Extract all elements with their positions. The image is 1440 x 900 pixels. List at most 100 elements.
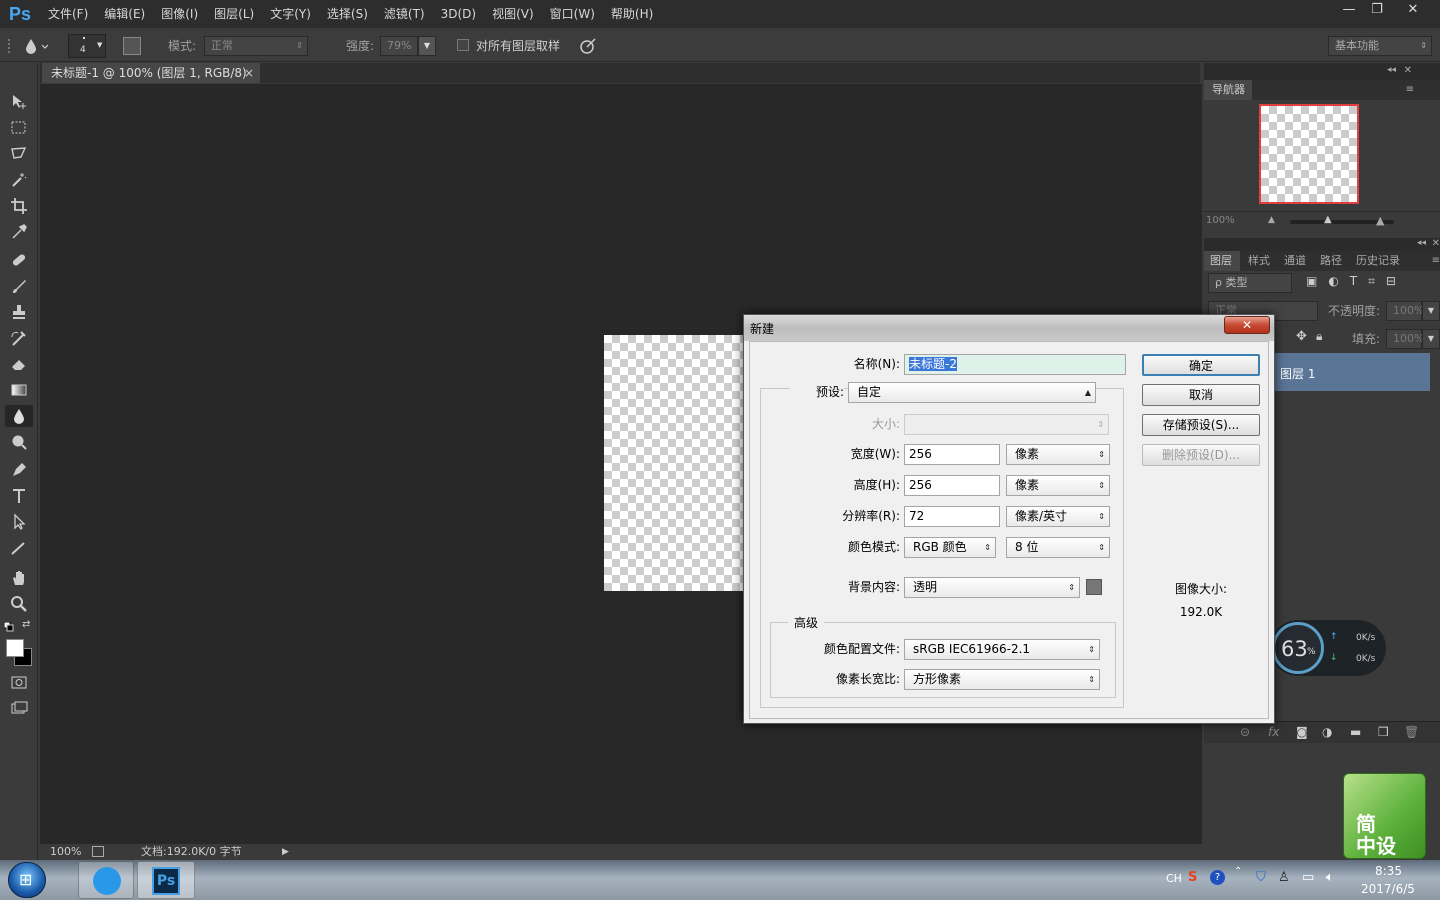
menu-image[interactable]: 图像(I) [153,0,206,28]
clone-stamp-icon[interactable] [5,301,33,323]
menu-type[interactable]: 文字(Y) [262,0,319,28]
default-colors-icon[interactable] [3,621,14,632]
restore-button[interactable]: ❐ [1362,0,1392,20]
clock-date[interactable]: 2017/6/5 [1361,882,1415,896]
menu-file[interactable]: 文件(F) [40,0,96,28]
brush-tool-icon[interactable] [5,275,33,297]
lock-position-icon[interactable]: ✥ [1296,329,1307,344]
menu-window[interactable]: 窗口(W) [542,0,603,28]
link-layers-icon[interactable]: ⊝ [1240,725,1250,739]
menu-layer[interactable]: 图层(L) [206,0,262,28]
navigator-preview[interactable] [1259,104,1359,204]
mode-select[interactable]: 正常 ⇕ [204,36,308,56]
panel-close-icon[interactable]: ✕ [1432,238,1440,249]
color-mode-select[interactable]: RGB 颜色 ⇕ [904,537,996,558]
screen-mode-icon[interactable] [5,697,33,719]
panel-menu-icon[interactable]: ≡ [1406,80,1414,100]
ok-button[interactable]: 确定 [1142,354,1260,376]
close-window-button[interactable]: ✕ [1398,0,1428,20]
lasso-tool-icon[interactable] [5,143,33,165]
network-tray-icon[interactable]: ▭ [1302,870,1314,885]
collapse-icon[interactable]: ◂◂ [1387,65,1396,75]
dialog-close-button[interactable]: ✕ [1224,316,1270,334]
fill-input[interactable]: 100% [1386,329,1424,349]
pen-tool-icon[interactable] [5,459,33,481]
zoom-slider-thumb-icon[interactable]: ▲ [1324,214,1332,225]
delete-layer-icon[interactable]: 🗑︎ [1404,725,1419,739]
app-badge[interactable]: 简 中设 [1343,773,1426,859]
status-menu-arrow-icon[interactable]: ▶ [282,844,289,860]
blur-tool-icon[interactable] [5,405,33,427]
magic-wand-icon[interactable] [5,169,33,191]
history-brush-icon[interactable] [5,327,33,349]
healing-brush-icon[interactable] [5,249,33,271]
new-group-icon[interactable]: ▬ [1350,725,1361,739]
hand-tool-icon[interactable] [5,567,33,589]
lock-all-icon[interactable]: 🔒︎ [1316,329,1322,344]
size-select[interactable]: ⇕ [904,414,1109,435]
blur-tool-preset-icon[interactable] [22,36,49,56]
resolution-unit-select[interactable]: 像素/英寸 ⇕ [1006,506,1110,527]
network-monitor-widget[interactable]: 63 % ↑ 0K/s ↓ 0K/s [1270,620,1386,676]
add-mask-icon[interactable]: ◙ [1296,725,1308,739]
eyedropper-icon[interactable] [5,221,33,243]
pressure-icon[interactable] [578,36,598,56]
opacity-dropdown-icon[interactable]: ▼ [1422,301,1440,321]
menu-filter[interactable]: 滤镜(T) [376,0,433,28]
move-tool-icon[interactable] [5,91,33,113]
navigator-zoom-value[interactable]: 100% [1206,215,1235,226]
pixel-aspect-select[interactable]: 方形像素 ⇕ [904,669,1100,690]
workspace-select[interactable]: 基本功能 ⇕ [1328,36,1432,56]
quick-mask-icon[interactable] [5,671,33,693]
help-tray-icon[interactable]: ? [1210,870,1225,885]
name-input[interactable]: 未标题-2 [904,354,1126,375]
new-layer-icon[interactable]: ❒ [1378,725,1389,739]
panel-menu-icon[interactable]: ≡ [1432,251,1440,271]
width-input[interactable]: 256 [904,444,1000,465]
path-selection-icon[interactable] [5,511,33,533]
foreground-color-swatch[interactable] [6,639,24,657]
export-icon[interactable] [92,846,104,857]
sample-all-checkbox[interactable] [457,39,469,51]
tab-layers[interactable]: 图层 [1204,251,1240,271]
eraser-tool-icon[interactable] [5,353,33,375]
background-select[interactable]: 透明 ⇕ [904,577,1080,598]
strength-input[interactable]: 79% [380,36,418,56]
panel-close-icon[interactable]: ✕ [1404,65,1412,76]
layer-filter-icons[interactable]: ▣◐T⌗⊟ [1306,274,1436,292]
zoom-out-icon[interactable]: ▲ [1268,215,1275,225]
qq-tray-icon[interactable]: ♙ [1278,870,1290,885]
gradient-tool-icon[interactable] [5,379,33,401]
volume-tray-icon[interactable]: 🔈︎ [1326,870,1334,885]
menu-view[interactable]: 视图(V) [484,0,542,28]
input-language[interactable]: CH [1166,872,1182,885]
menu-edit[interactable]: 编辑(E) [96,0,153,28]
width-unit-select[interactable]: 像素 ⇕ [1006,444,1110,465]
brush-panel-toggle-icon[interactable] [123,37,141,55]
security-tray-icon[interactable]: ⛉ [1256,870,1266,885]
color-profile-select[interactable]: sRGB IEC61966-2.1 ⇕ [904,639,1100,660]
fx-icon[interactable]: fx [1268,725,1279,739]
collapse-icon[interactable]: ◂◂ [1417,238,1426,248]
save-preset-button[interactable]: 存储预设(S)... [1142,414,1260,436]
zoom-tool-icon[interactable] [5,593,33,615]
dialog-titlebar[interactable]: 新建 ✕ [744,315,1274,341]
opacity-input[interactable]: 100% [1386,301,1424,321]
bit-depth-select[interactable]: 8 位 ⇕ [1006,537,1110,558]
cancel-button[interactable]: 取消 [1142,384,1260,406]
tab-history[interactable]: 历史记录 [1356,251,1400,271]
delete-preset-button[interactable]: 删除预设(D)... [1142,444,1260,466]
menu-help[interactable]: 帮助(H) [603,0,661,28]
fill-dropdown-icon[interactable]: ▼ [1422,329,1440,349]
clock-time[interactable]: 8:35 [1375,864,1402,878]
line-tool-icon[interactable] [5,537,33,559]
taskbar-app-photoshop[interactable]: Ps [137,861,195,899]
height-unit-select[interactable]: 像素 ⇕ [1006,475,1110,496]
tab-styles[interactable]: 样式 [1248,251,1270,271]
swap-colors-icon[interactable]: ⇄ [22,619,30,630]
zoom-level[interactable]: 100% [50,844,81,860]
tray-expand-icon[interactable]: ⌃ [1234,866,1242,877]
taskbar-app-browser[interactable] [78,861,134,899]
marquee-tool-icon[interactable] [5,117,33,139]
layer-filter-select[interactable]: ρ 类型 [1208,273,1292,293]
